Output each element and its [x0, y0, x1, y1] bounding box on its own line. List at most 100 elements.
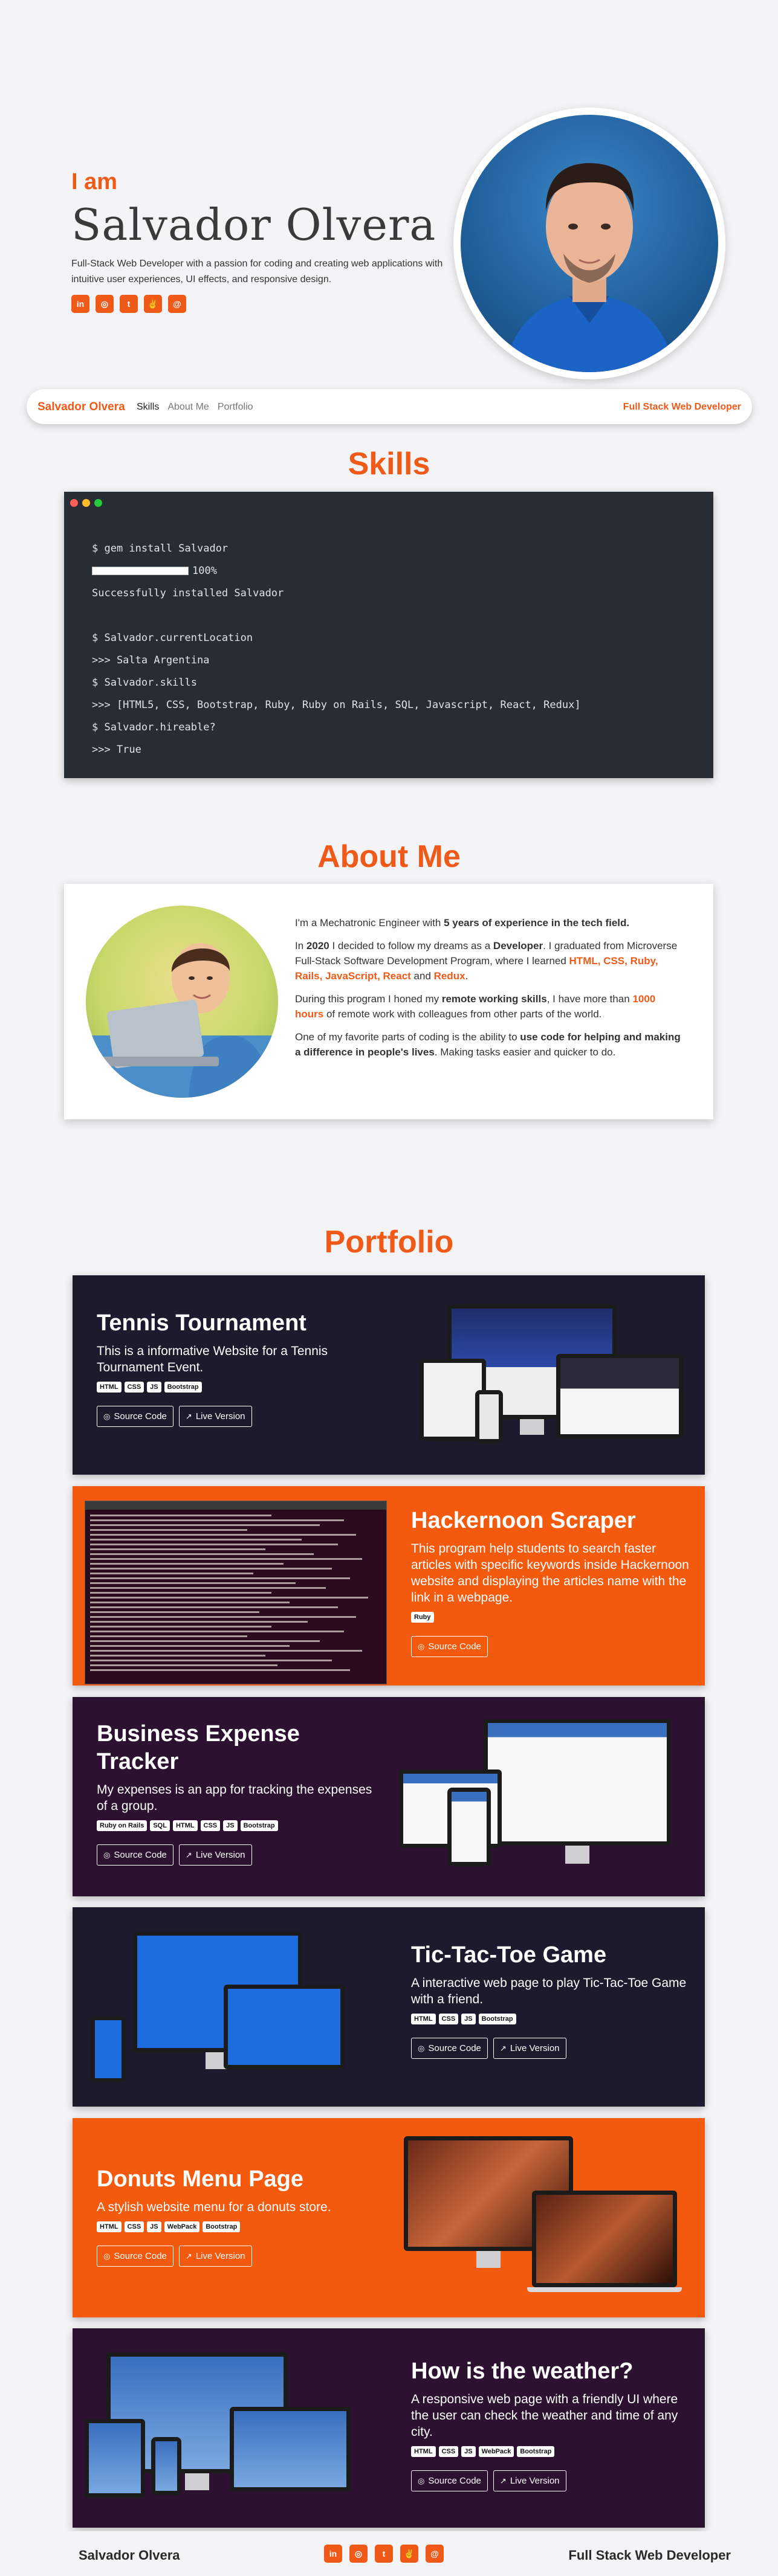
tag: CSS	[438, 2446, 459, 2457]
external-link-icon: ↗	[185, 2251, 192, 2261]
hero-greeting: I am	[71, 169, 118, 195]
twitter-icon[interactable]: t	[120, 295, 138, 313]
navbar: Salvador Olvera Skills About Me Portfoli…	[27, 389, 752, 424]
footer: Salvador Olvera in ◎ t ✌ @ Full Stack We…	[0, 2531, 778, 2576]
about-paragraph-3: During this program I honed my remote wo…	[295, 993, 656, 1020]
external-link-icon: ↗	[185, 1850, 192, 1860]
nav-brand[interactable]: Salvador Olvera	[37, 401, 125, 414]
project-description: My expenses is an app for tracking the e…	[97, 1783, 372, 1813]
tag: HTML	[172, 1820, 198, 1831]
about-title: About Me	[317, 839, 461, 874]
project-description: A responsive web page with a friendly UI…	[411, 2392, 678, 2439]
twitter-icon[interactable]: t	[375, 2545, 393, 2563]
live-version-button[interactable]: ↗ Live Version	[178, 1406, 252, 1427]
project-title: Tennis Tournament	[97, 1310, 306, 1336]
project-buttons: ◎ Source Code ↗ Live Version	[97, 1844, 381, 1866]
github-icon[interactable]: ◎	[96, 295, 114, 313]
project-title: Hackernoon Scraper	[411, 1508, 636, 1533]
project-card-hackernoon: Hackernoon Scraper This program help stu…	[73, 1486, 705, 1686]
github-icon: ◎	[418, 2476, 425, 2485]
nav-link-portfolio[interactable]: Portfolio	[218, 402, 253, 413]
project-info: How is the weather? A responsive web pag…	[411, 2357, 695, 2491]
tag: WebPack	[164, 2221, 200, 2232]
mockup-desktop	[484, 1719, 671, 1846]
source-code-button[interactable]: ◎ Source Code	[97, 1406, 173, 1427]
tag: HTML	[97, 1382, 122, 1393]
tag: Bootstrap	[203, 2221, 241, 2232]
tag: HTML	[411, 2014, 436, 2024]
email-icon[interactable]: @	[168, 295, 186, 313]
tag: Bootstrap	[164, 1382, 202, 1393]
tag: JS	[147, 2221, 161, 2232]
project-info: Hackernoon Scraper This program help stu…	[411, 1507, 695, 1657]
project-title: Tic-Tac-Toe Game	[411, 1942, 607, 1968]
source-code-button[interactable]: ◎ Source Code	[411, 2038, 488, 2059]
project-tags: HTML CSS JS Bootstrap	[97, 1382, 381, 1393]
project-info: Donuts Menu Page A stylish website menu …	[97, 2165, 381, 2267]
maximize-dot-icon	[94, 499, 102, 507]
minimize-dot-icon	[82, 499, 90, 507]
tag: CSS	[200, 1820, 221, 1831]
source-code-button[interactable]: ◎ Source Code	[97, 1844, 173, 1866]
source-code-button[interactable]: ◎ Source Code	[411, 1636, 488, 1657]
project-tags: Ruby	[411, 1612, 695, 1623]
mockup-laptop	[532, 2191, 677, 2287]
linkedin-icon[interactable]: in	[324, 2545, 342, 2563]
project-title: How is the weather?	[411, 2359, 634, 2384]
project-tags: HTML CSS JS Bootstrap	[411, 2014, 695, 2024]
tag: Bootstrap	[240, 1820, 278, 1831]
github-icon: ◎	[418, 1641, 425, 1651]
mockup-phone	[447, 1788, 491, 1866]
email-icon[interactable]: @	[426, 2545, 444, 2563]
terminal-line: Successfully installed Salvador	[92, 587, 284, 599]
skills-terminal: $ gem install Salvador 100% Successfully…	[64, 492, 713, 778]
terminal-line: $ Salvador.hireable?	[92, 721, 216, 733]
about-text: I'm a Mechatronic Engineer with 5 years …	[295, 915, 682, 1067]
angellist-icon[interactable]: ✌	[144, 295, 162, 313]
terminal-progress-line: 100%	[92, 560, 581, 582]
mockup-phone	[91, 2016, 126, 2082]
github-icon: ◎	[103, 2251, 111, 2261]
footer-role: Full Stack Web Developer	[568, 2548, 731, 2563]
live-version-button[interactable]: ↗ Live Version	[493, 2470, 566, 2491]
close-dot-icon	[70, 499, 78, 507]
mockup-laptop	[224, 1985, 345, 2069]
project-tags: HTML CSS JS WebPack Bootstrap	[97, 2221, 381, 2232]
about-paragraph-1: I'm a Mechatronic Engineer with 5 years …	[295, 917, 630, 929]
external-link-icon: ↗	[185, 1411, 192, 1421]
tag: Bootstrap	[517, 2446, 555, 2457]
tag: JS	[223, 1820, 238, 1831]
terminal-window-controls	[70, 499, 102, 507]
mockup-stand	[476, 2251, 501, 2268]
source-code-button[interactable]: ◎ Source Code	[97, 2246, 173, 2267]
mockup-phone	[151, 2437, 181, 2495]
live-version-button[interactable]: ↗ Live Version	[178, 2246, 252, 2267]
about-card: I'm a Mechatronic Engineer with 5 years …	[64, 884, 713, 1119]
github-icon[interactable]: ◎	[349, 2545, 368, 2563]
progress-bar	[92, 567, 189, 575]
project-info: Tennis Tournament This is a informative …	[97, 1309, 381, 1427]
mockup-phone	[475, 1390, 503, 1443]
tag: WebPack	[478, 2446, 514, 2457]
profile-photo	[461, 115, 718, 372]
live-version-button[interactable]: ↗ Live Version	[493, 2038, 566, 2059]
nav-link-about-me[interactable]: About Me	[167, 402, 209, 413]
nav-role: Full Stack Web Developer	[623, 402, 741, 412]
github-icon: ◎	[103, 1411, 111, 1421]
project-card-donuts: Donuts Menu Page A stylish website menu …	[73, 2118, 705, 2317]
mockup-stand	[185, 2473, 209, 2490]
terminal-line: >>> [HTML5, CSS, Bootstrap, Ruby, Ruby o…	[92, 699, 581, 711]
tag: CSS	[124, 1382, 144, 1393]
about-paragraph-4: One of my favorite parts of coding is th…	[295, 1031, 681, 1058]
source-code-button[interactable]: ◎ Source Code	[411, 2470, 488, 2491]
tag: CSS	[124, 2221, 144, 2232]
live-version-button[interactable]: ↗ Live Version	[178, 1844, 252, 1866]
nav-link-skills[interactable]: Skills	[137, 402, 159, 413]
angellist-icon[interactable]: ✌	[400, 2545, 418, 2563]
linkedin-icon[interactable]: in	[71, 295, 89, 313]
mockup-tablet	[85, 2419, 145, 2497]
nav-links: Skills About Me Portfolio	[137, 402, 253, 413]
project-title: Donuts Menu Page	[97, 2166, 304, 2192]
mockup-laptop-base	[527, 2287, 682, 2292]
project-tags: Ruby on Rails SQL HTML CSS JS Bootstrap	[97, 1820, 381, 1831]
